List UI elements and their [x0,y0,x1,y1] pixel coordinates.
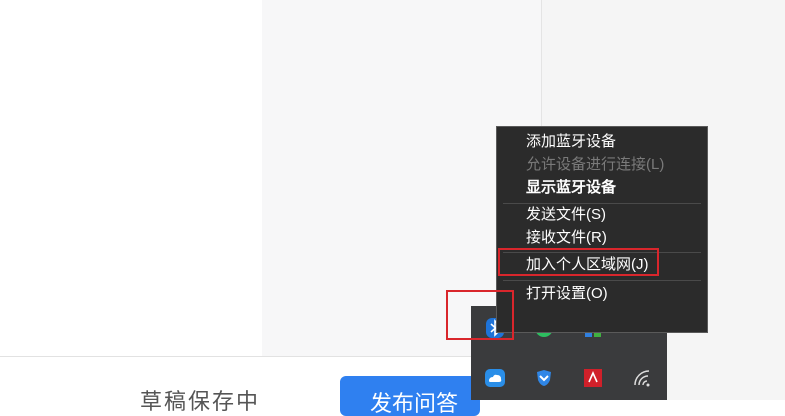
editor-bottom-divider [0,356,542,357]
menu-item-receive-file[interactable]: 接收文件(R) [526,228,607,248]
highlight-box-join-pan [498,248,659,276]
highlight-box-bluetooth-icon [446,290,514,340]
wifi-icon[interactable] [630,366,654,390]
page-left-area [0,0,262,356]
cloud-icon[interactable] [483,366,507,390]
menu-item-open-settings[interactable]: 打开设置(O) [526,284,608,304]
bluetooth-context-menu: 添加蓝牙设备 允许设备进行连接(L) 显示蓝牙设备 发送文件(S) 接收文件(R… [496,126,708,333]
menu-item-show-bluetooth-devices[interactable]: 显示蓝牙设备 [526,178,616,198]
amd-icon[interactable] [581,366,605,390]
menu-separator [503,280,701,281]
menu-item-add-bluetooth-device[interactable]: 添加蓝牙设备 [526,132,616,152]
shield-icon[interactable] [532,366,556,390]
menu-separator [503,203,701,204]
menu-item-allow-connect: 允许设备进行连接(L) [526,156,665,173]
publish-button[interactable]: 发布问答 [340,376,480,416]
menu-item-send-file[interactable]: 发送文件(S) [526,205,606,225]
draft-status-text: 草稿保存中 [140,389,261,414]
